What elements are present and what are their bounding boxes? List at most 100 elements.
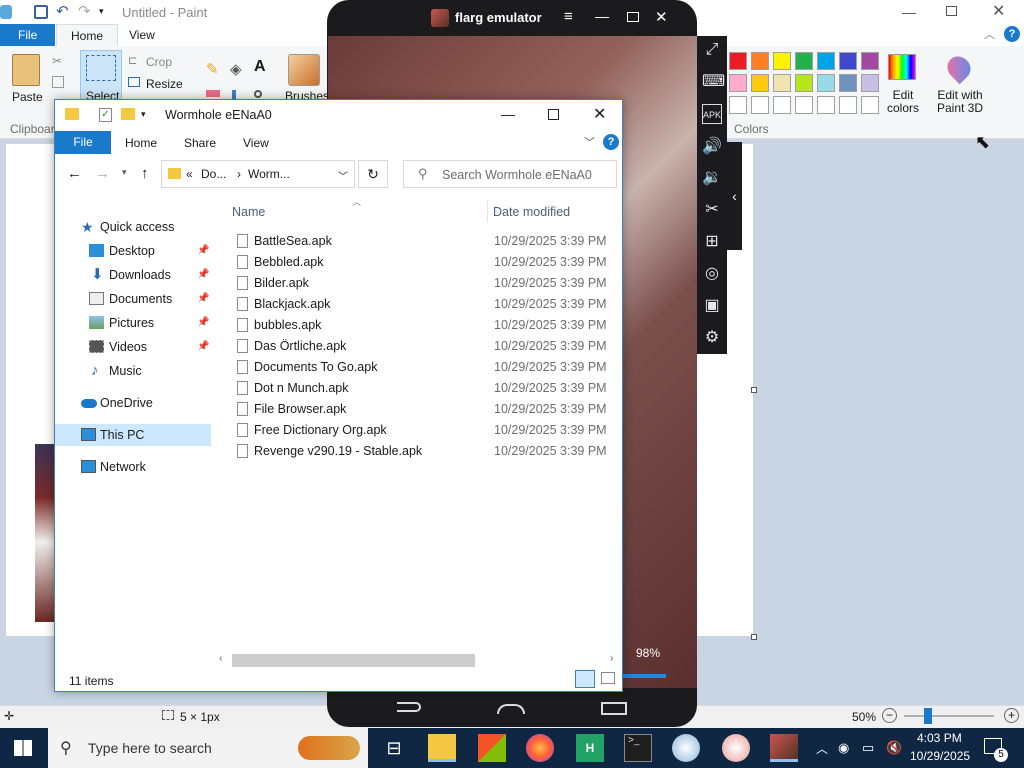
redo-icon[interactable]: ↷ (78, 2, 91, 20)
file-row[interactable]: Free Dictionary Org.apk 10/29/2025 3:39 P… (229, 420, 619, 441)
color-swatch[interactable] (839, 74, 857, 92)
color-swatch[interactable] (817, 74, 835, 92)
add-icon[interactable]: ⊞ (702, 232, 722, 252)
copy-icon[interactable] (52, 76, 64, 88)
address-dropdown-icon[interactable]: ﹀ (338, 168, 348, 183)
home-nav-icon[interactable] (497, 704, 525, 714)
fullscreen-icon[interactable]: ⤢ (702, 40, 722, 60)
task-view-icon[interactable]: ⊟ (380, 734, 408, 762)
empty-color-swatch[interactable] (773, 96, 791, 114)
refresh-icon[interactable]: ↻ (358, 160, 388, 188)
windows-start-icon[interactable] (14, 740, 32, 756)
recent-locations-icon[interactable]: ▾ (122, 167, 127, 178)
paste-label[interactable]: Paste (12, 90, 43, 104)
color-swatch[interactable] (839, 52, 857, 70)
color-swatch[interactable] (773, 74, 791, 92)
explorer-close-icon[interactable]: ✕ (593, 104, 606, 124)
zoom-slider-thumb[interactable] (924, 708, 932, 724)
qat-dropdown-icon[interactable]: ▾ (141, 109, 146, 120)
file-row[interactable]: File Browser.apk 10/29/2025 3:39 PM (229, 399, 619, 420)
color-swatch[interactable] (817, 52, 835, 70)
store-icon[interactable] (478, 734, 506, 762)
explorer-tab-home[interactable]: Home (125, 136, 157, 150)
paint3d-icon[interactable] (942, 51, 976, 85)
file-row[interactable]: Revenge v290.19 - Stable.apk 10/29/2025 3… (229, 441, 619, 462)
color-swatch[interactable] (751, 52, 769, 70)
tab-file[interactable]: File (0, 24, 56, 46)
scroll-left-icon[interactable]: ‹ (219, 653, 222, 664)
empty-color-swatch[interactable] (817, 96, 835, 114)
network-tray-icon[interactable]: ▭ (862, 740, 874, 756)
crop-label[interactable]: Crop (146, 55, 172, 69)
file-row[interactable]: Das Örtliche.apk 10/29/2025 3:39 PM (229, 336, 619, 357)
edit-colors-icon[interactable] (888, 54, 916, 80)
breadcrumb-overflow[interactable]: « (186, 167, 193, 181)
brushes-icon[interactable] (288, 54, 320, 86)
file-row[interactable]: bubbles.apk 10/29/2025 3:39 PM (229, 315, 619, 336)
zoom-slider-track[interactable] (904, 715, 994, 717)
paste-icon[interactable] (12, 54, 40, 86)
terminal-icon[interactable]: >_ (624, 734, 652, 762)
color-swatch[interactable] (773, 52, 791, 70)
search-field[interactable]: ⚲ Search Wormhole eENaA0 (403, 160, 617, 188)
empty-color-swatch[interactable] (839, 96, 857, 114)
column-header-name[interactable]: Name (232, 205, 265, 219)
paint-taskbar-icon-2[interactable] (722, 734, 750, 762)
crop-icon[interactable]: ⊏ (128, 54, 137, 67)
color-swatch[interactable] (729, 74, 747, 92)
minimize-icon[interactable]: — (902, 4, 916, 20)
menu-icon[interactable]: ≡ (564, 8, 573, 25)
color-swatch[interactable] (729, 52, 747, 70)
zoom-in-icon[interactable]: + (1004, 708, 1019, 723)
recents-nav-icon[interactable] (601, 702, 627, 715)
clock-time[interactable]: 4:03 PM (917, 731, 962, 745)
forward-arrow-icon[interactable]: → (95, 165, 110, 182)
file-row[interactable]: Bilder.apk 10/29/2025 3:39 PM (229, 273, 619, 294)
volume-muted-icon[interactable]: 🔇 (886, 740, 902, 756)
close-icon[interactable]: ✕ (992, 1, 1005, 21)
empty-color-swatch[interactable] (795, 96, 813, 114)
cut-icon[interactable]: ✂ (52, 54, 62, 68)
resize-icon[interactable] (128, 77, 140, 87)
location-icon[interactable]: ◎ (702, 264, 722, 284)
scissors-icon[interactable]: ✂ (702, 200, 722, 220)
restore-icon[interactable] (946, 6, 957, 16)
expand-ribbon-icon[interactable]: ﹀ (584, 134, 595, 150)
apk-install-icon[interactable]: APK (702, 104, 722, 124)
save-icon[interactable] (34, 5, 48, 19)
column-divider[interactable] (487, 200, 488, 222)
scroll-right-icon[interactable]: › (610, 653, 613, 664)
horizontal-scrollbar-thumb[interactable] (232, 654, 475, 667)
help-icon[interactable]: ? (1004, 26, 1020, 42)
show-hidden-icons[interactable]: ︿ (816, 740, 828, 757)
properties-icon[interactable]: ✓ (99, 108, 112, 122)
color-swatch[interactable] (861, 52, 879, 70)
select-button[interactable]: Select (80, 50, 122, 104)
fill-icon[interactable]: ◈ (230, 60, 242, 78)
address-bar[interactable]: « Do... › Worm... ﹀ (161, 160, 355, 188)
collapse-ribbon-icon[interactable]: ︿ (984, 26, 995, 42)
explorer-minimize-icon[interactable]: — (501, 106, 515, 122)
new-folder-icon[interactable] (121, 108, 135, 120)
back-nav-icon[interactable] (397, 702, 421, 712)
breadcrumb-documents[interactable]: Do... (201, 167, 226, 181)
color-swatch[interactable] (795, 74, 813, 92)
eraser-icon[interactable] (206, 90, 220, 97)
file-explorer-taskbar-icon[interactable] (428, 734, 456, 762)
emulator-taskbar-icon[interactable] (770, 734, 798, 762)
file-row[interactable]: Dot n Munch.apk 10/29/2025 3:39 PM (229, 378, 619, 399)
keyboard-icon[interactable]: ⌨ (702, 72, 725, 92)
paint-taskbar-icon[interactable] (672, 734, 700, 762)
quick-access-dropdown-icon[interactable]: ▾ (99, 6, 104, 17)
taskbar-search-box[interactable]: ⚲ Type here to search (48, 728, 368, 768)
volume-down-icon[interactable]: 🔉 (702, 168, 722, 188)
explorer-tab-file[interactable]: File (55, 131, 111, 154)
empty-color-swatch[interactable] (729, 96, 747, 114)
text-icon[interactable]: A (254, 58, 266, 76)
magnifier-icon[interactable] (254, 90, 262, 98)
picker-icon[interactable] (232, 90, 236, 99)
up-arrow-icon[interactable]: ↑ (141, 165, 149, 182)
file-row[interactable]: Blackjack.apk 10/29/2025 3:39 PM (229, 294, 619, 315)
firefox-icon[interactable] (526, 734, 554, 762)
resize-label[interactable]: Resize (146, 77, 183, 91)
